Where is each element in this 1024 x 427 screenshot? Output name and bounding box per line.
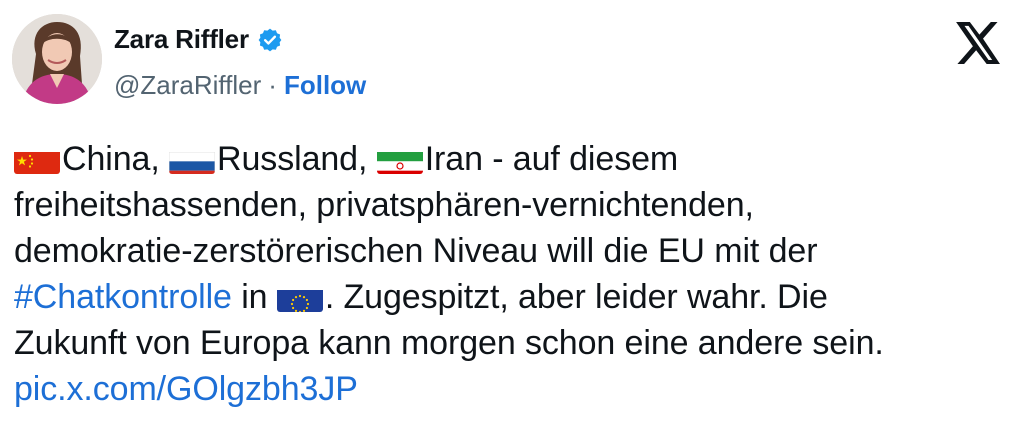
media-link[interactable]: pic.x.com/GOlgzbh3JP [14, 366, 1010, 412]
tweet-line-2: freiheitshassenden, privatsphären-vernic… [14, 186, 754, 224]
russia-flag-icon [169, 146, 216, 174]
follow-button[interactable]: Follow [284, 70, 366, 101]
author-handle[interactable]: @ZaraRiffler [114, 70, 261, 101]
tweet-line-4-end: . Zugespitzt, aber leider wahr. Die [324, 278, 828, 316]
tweet-line-4: #Chatkontrolle in . Zugespitzt, aber lei… [14, 274, 1010, 320]
eu-flag-icon [276, 284, 323, 312]
iran-flag-icon [376, 146, 423, 174]
tweet-country-iran: Iran - auf diesem [424, 140, 679, 178]
tweet-country-china: China, [62, 140, 160, 178]
separator-dot: · [268, 70, 277, 100]
tweet-country-russia: Russland, [217, 140, 368, 178]
verified-badge-icon [257, 27, 283, 53]
x-logo-icon[interactable] [956, 22, 1002, 64]
author-name-row: Zara Riffler [114, 24, 283, 55]
tweet-text: China, Russland, Iran - auf diesem freih… [14, 136, 1010, 412]
tweet-line-5: Zukunft von Europa kann morgen schon ein… [14, 324, 884, 362]
avatar-image [12, 14, 102, 104]
display-name[interactable]: Zara Riffler [114, 24, 249, 55]
china-flag-icon [14, 146, 60, 174]
hashtag-link[interactable]: #Chatkontrolle [14, 278, 232, 316]
tweet-line-4-mid: in [231, 278, 277, 316]
tweet-line-1: China, Russland, Iran - auf diesem [14, 136, 1010, 182]
avatar[interactable] [12, 14, 102, 104]
tweet-line-3: demokratie-zerstörerischen Niveau will d… [14, 232, 818, 270]
handle-row: @ZaraRiffler · Follow [114, 70, 366, 101]
